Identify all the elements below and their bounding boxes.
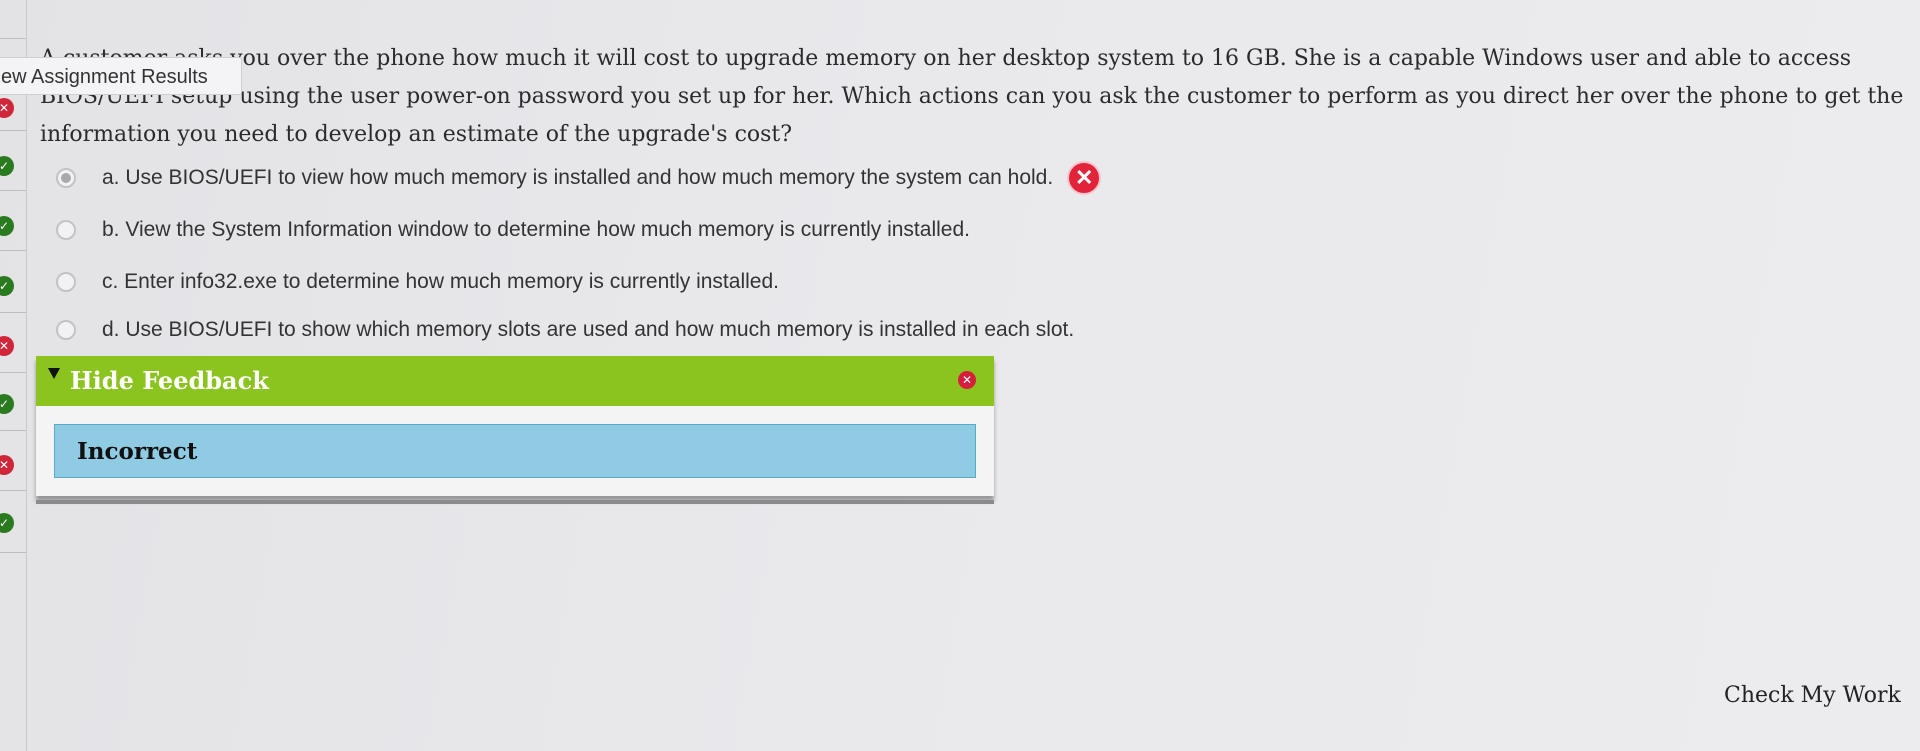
feedback-header[interactable]: Hide Feedback ✕: [36, 356, 994, 406]
answer-choice-a[interactable]: a. Use BIOS/UEFI to view how much memory…: [56, 161, 1102, 195]
nav-divider: [0, 372, 26, 373]
nav-divider: [0, 38, 26, 39]
answer-choice-b[interactable]: b. View the System Information window to…: [56, 215, 970, 245]
incorrect-mark-icon: ✕: [1067, 161, 1102, 195]
question-line-1-rest: you over the phone how much it will cost…: [230, 46, 1852, 71]
incorrect-status-icon[interactable]: ✕: [0, 455, 14, 475]
correct-status-icon[interactable]: ✓: [0, 513, 14, 533]
feedback-divider: [36, 500, 994, 504]
nav-divider: [0, 250, 26, 251]
answer-choice-c[interactable]: c. Enter info32.exe to determine how muc…: [56, 267, 779, 297]
radio-button-c[interactable]: [56, 272, 76, 292]
collapse-triangle-icon[interactable]: [48, 368, 60, 379]
nav-divider: [0, 190, 26, 191]
incorrect-status-icon[interactable]: ✕: [0, 98, 14, 118]
question-text: A customer asks you over the phone how m…: [40, 40, 1910, 154]
nav-divider: [0, 130, 26, 131]
feedback-panel: Hide Feedback ✕ Incorrect: [36, 356, 994, 496]
radio-button-a[interactable]: [56, 168, 76, 188]
question-line-3: information you need to develop an estim…: [40, 122, 793, 147]
radio-button-b[interactable]: [56, 220, 76, 240]
nav-divider: [0, 490, 26, 491]
hide-feedback-toggle[interactable]: Hide Feedback: [70, 366, 269, 395]
question-line-1: A customer asks you over the phone how m…: [40, 40, 1910, 78]
choice-d-label: d. Use BIOS/UEFI to show which memory sl…: [102, 318, 1075, 341]
choice-a-label: a. Use BIOS/UEFI to view how much memory…: [102, 166, 1054, 189]
check-my-work-button[interactable]: Check My Work: [1724, 683, 1901, 708]
answer-choice-d[interactable]: d. Use BIOS/UEFI to show which memory sl…: [56, 315, 1074, 345]
assignment-results-tooltip[interactable]: ew Assignment Results: [0, 57, 242, 95]
question-nav-sidebar: ✕ ✓ ✓ ✓ ✕ ✓ ✕ ✓: [0, 0, 27, 751]
nav-divider: [0, 552, 26, 553]
correct-status-icon[interactable]: ✓: [0, 216, 14, 236]
nav-divider: [0, 430, 26, 431]
correct-status-icon[interactable]: ✓: [0, 394, 14, 414]
correct-status-icon[interactable]: ✓: [0, 156, 14, 176]
question-line-2-rest: using the user power-on password you set…: [232, 84, 1904, 109]
radio-button-d[interactable]: [56, 320, 76, 340]
feedback-result-text: Incorrect: [77, 438, 198, 465]
incorrect-status-icon[interactable]: ✕: [0, 336, 14, 356]
choice-c-label: c. Enter info32.exe to determine how muc…: [102, 270, 779, 293]
close-feedback-icon[interactable]: ✕: [958, 371, 976, 389]
correct-status-icon[interactable]: ✓: [0, 276, 14, 296]
question-line-2: BIOS/UEFI setup using the user power-on …: [40, 78, 1910, 116]
feedback-result-box: Incorrect: [54, 424, 976, 478]
nav-divider: [0, 312, 26, 313]
choice-b-label: b. View the System Information window to…: [102, 218, 970, 241]
